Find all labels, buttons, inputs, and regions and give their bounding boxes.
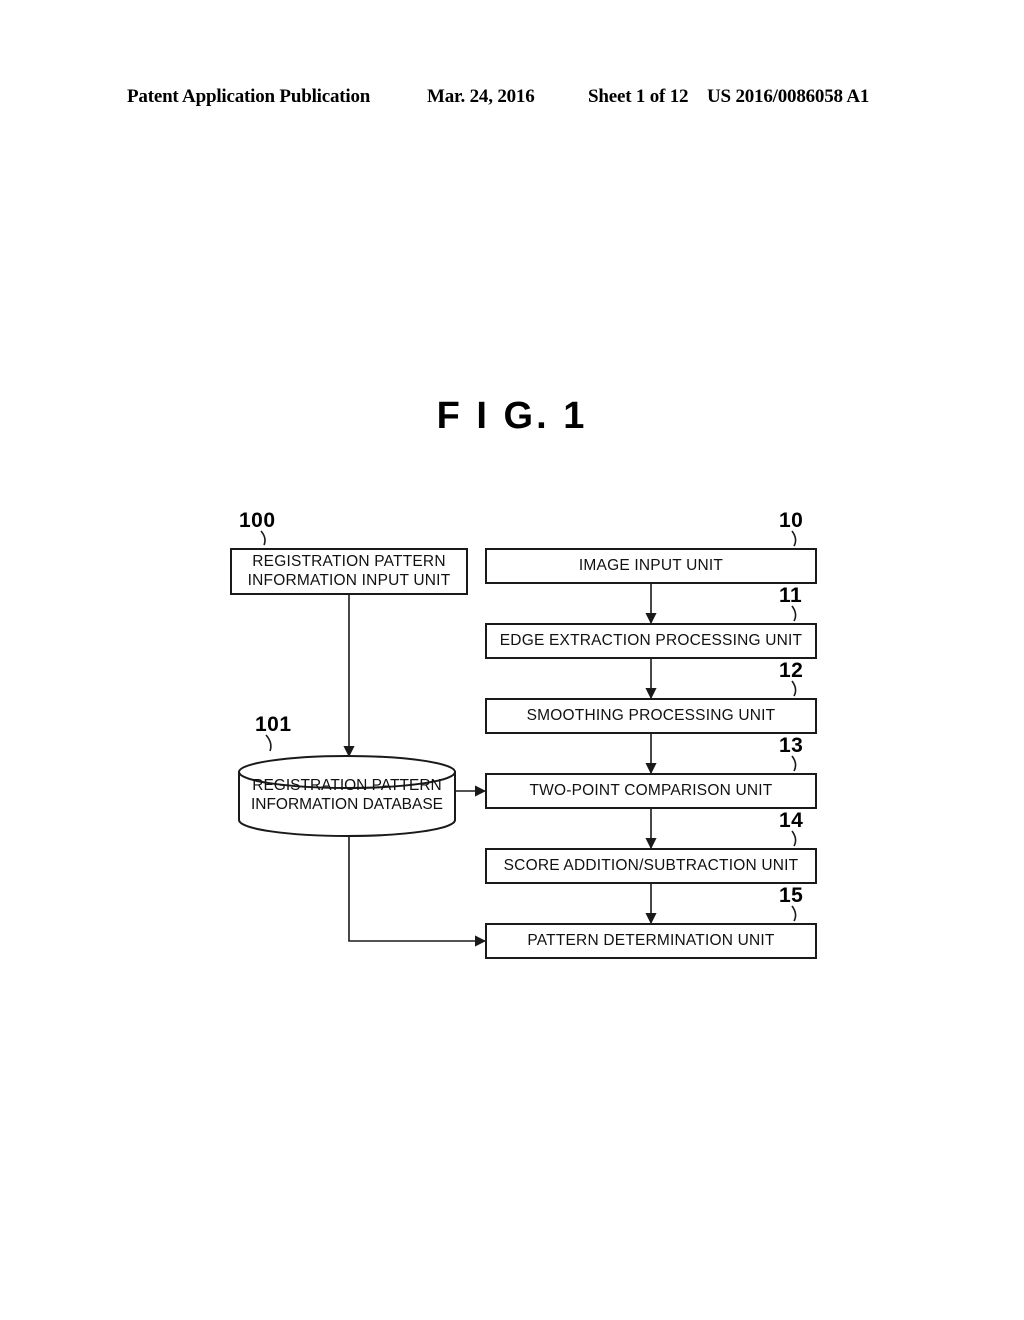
node-registration-pattern-information-input-unit[interactable]: REGISTRATION PATTERN INFORMATION INPUT U… — [230, 548, 468, 595]
node-15-label: PATTERN DETERMINATION UNIT — [527, 932, 775, 950]
figure-1-block-diagram: REGISTRATION PATTERN INFORMATION INPUT U… — [0, 0, 1024, 1320]
leader-15 — [791, 905, 797, 922]
node-12-label: SMOOTHING PROCESSING UNIT — [526, 707, 776, 725]
leader-10 — [791, 530, 797, 547]
node-13-label: TWO-POINT COMPARISON UNIT — [529, 782, 773, 800]
node-score-addition-subtraction-unit[interactable]: SCORE ADDITION/SUBTRACTION UNIT — [485, 848, 817, 884]
node-image-input-unit[interactable]: IMAGE INPUT UNIT — [485, 548, 817, 584]
ref-11: 11 — [779, 584, 803, 607]
leader-12 — [791, 680, 797, 697]
ref-10: 10 — [779, 509, 804, 532]
leader-11 — [791, 605, 797, 622]
ref-12: 12 — [779, 659, 804, 682]
connector-database-to-pattern-determination — [348, 836, 487, 947]
node-100-line2: INFORMATION INPUT UNIT — [247, 571, 451, 589]
ref-101: 101 — [255, 713, 292, 736]
node-smoothing-processing-unit[interactable]: SMOOTHING PROCESSING UNIT — [485, 698, 817, 734]
ref-14: 14 — [779, 809, 804, 832]
leader-100 — [260, 530, 266, 546]
node-14-label: SCORE ADDITION/SUBTRACTION UNIT — [503, 857, 799, 875]
node-pattern-determination-unit[interactable]: PATTERN DETERMINATION UNIT — [485, 923, 817, 959]
node-two-point-comparison-unit[interactable]: TWO-POINT COMPARISON UNIT — [485, 773, 817, 809]
ref-15: 15 — [779, 884, 804, 907]
leader-13 — [791, 755, 797, 772]
ref-100: 100 — [239, 509, 276, 532]
node-edge-extraction-processing-unit[interactable]: EDGE EXTRACTION PROCESSING UNIT — [485, 623, 817, 659]
node-11-label: EDGE EXTRACTION PROCESSING UNIT — [499, 632, 803, 650]
leader-14 — [791, 830, 797, 847]
leader-101 — [265, 734, 272, 752]
ref-13: 13 — [779, 734, 804, 757]
database-cylinder-shape — [238, 755, 456, 837]
node-100-line1: REGISTRATION PATTERN — [252, 552, 446, 570]
diagram-connectors — [238, 530, 797, 947]
node-10-label: IMAGE INPUT UNIT — [578, 557, 724, 575]
